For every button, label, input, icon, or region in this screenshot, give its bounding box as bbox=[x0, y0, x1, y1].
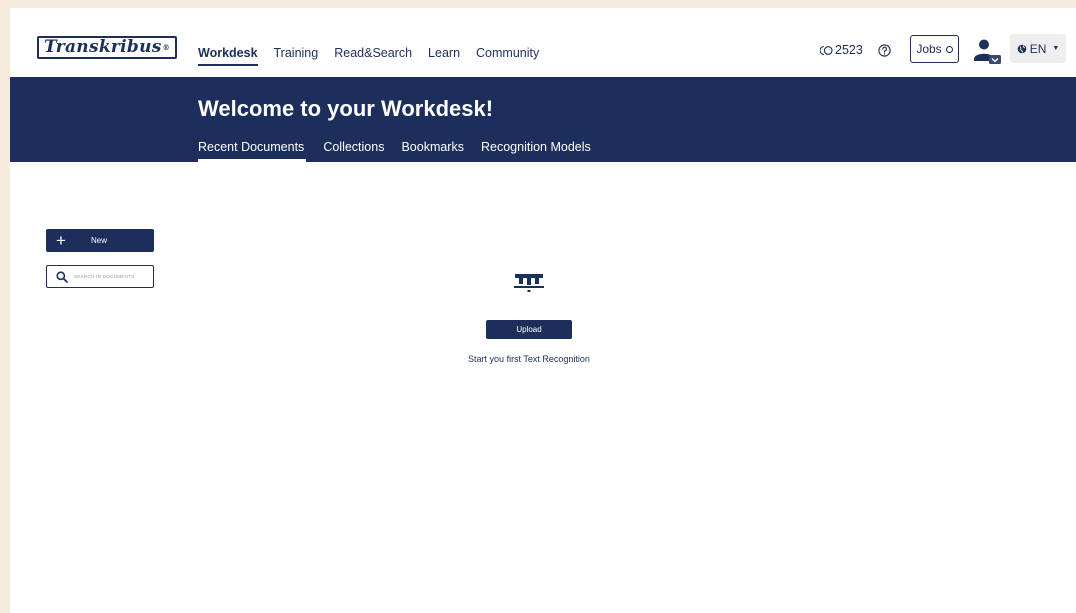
user-icon[interactable] bbox=[972, 38, 1002, 66]
jobs-label: Jobs bbox=[916, 42, 942, 56]
tab-recent-documents[interactable]: Recent Documents bbox=[198, 140, 307, 162]
new-button-label: New bbox=[91, 236, 108, 245]
credits-counter[interactable]: 2523 bbox=[820, 43, 863, 57]
help-icon[interactable] bbox=[878, 44, 891, 57]
credits-icon bbox=[820, 45, 833, 55]
search-documents[interactable] bbox=[46, 265, 154, 288]
new-button[interactable]: + New bbox=[46, 229, 154, 252]
tab-collections[interactable]: Collections bbox=[323, 140, 384, 162]
search-icon bbox=[56, 270, 68, 283]
page-title: Welcome to your Workdesk! bbox=[198, 96, 494, 121]
jobs-button[interactable]: Jobs bbox=[910, 35, 959, 63]
tab-recognition-models[interactable]: Recognition Models bbox=[481, 140, 591, 162]
nav-workdesk[interactable]: Workdesk bbox=[198, 46, 258, 66]
logo-registered-mark: ® bbox=[162, 43, 170, 52]
language-selector[interactable]: EN ▼ bbox=[1010, 34, 1066, 63]
chevron-down-icon: ▼ bbox=[1052, 45, 1060, 52]
plus-icon: + bbox=[56, 231, 66, 250]
language-label: EN bbox=[1029, 41, 1047, 56]
logo-text: Transkribus bbox=[44, 37, 162, 57]
credits-value: 2523 bbox=[835, 43, 863, 57]
nav-learn[interactable]: Learn bbox=[428, 46, 460, 66]
top-navigation: Transkribus® Workdesk Training Read&Sear… bbox=[10, 8, 1076, 77]
app-window: Transkribus® Workdesk Training Read&Sear… bbox=[10, 8, 1076, 613]
main-nav: Workdesk Training Read&Search Learn Comm… bbox=[198, 46, 555, 66]
workdesk-banner: Welcome to your Workdesk! Recent Documen… bbox=[10, 77, 1076, 162]
nav-read-search[interactable]: Read&Search bbox=[334, 46, 412, 66]
tab-bookmarks[interactable]: Bookmarks bbox=[401, 140, 464, 162]
empty-state-message: Start you first Text Recognition bbox=[468, 354, 590, 364]
transkribus-logo[interactable]: Transkribus® bbox=[37, 36, 177, 59]
upload-button[interactable]: Upload bbox=[486, 320, 572, 339]
nav-community[interactable]: Community bbox=[476, 46, 539, 66]
search-input[interactable] bbox=[74, 274, 150, 279]
globe-icon bbox=[1017, 44, 1026, 53]
transkribus-t-icon bbox=[514, 274, 544, 292]
workdesk-tabs: Recent Documents Collections Bookmarks R… bbox=[198, 140, 608, 162]
jobs-status-icon bbox=[945, 45, 953, 53]
nav-training[interactable]: Training bbox=[274, 46, 319, 66]
